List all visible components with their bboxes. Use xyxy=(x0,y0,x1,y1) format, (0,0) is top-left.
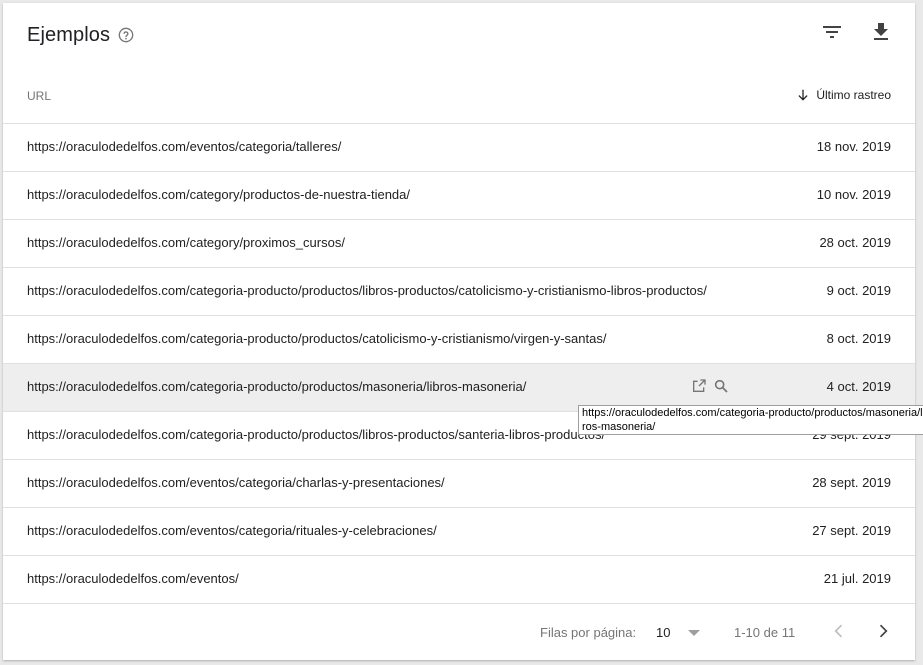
table-row[interactable]: https://oraculodedelfos.com/eventos/ 21 … xyxy=(3,556,915,604)
table-row[interactable]: https://oraculodedelfos.com/category/pro… xyxy=(3,172,915,220)
row-date: 9 oct. 2019 xyxy=(826,283,891,298)
row-date: 10 nov. 2019 xyxy=(816,187,891,202)
row-url[interactable]: https://oraculodedelfos.com/category/pro… xyxy=(27,187,410,202)
chevron-left-icon[interactable] xyxy=(829,621,849,641)
url-tooltip: https://oraculodedelfos.com/categoria-pr… xyxy=(578,405,923,435)
table-row[interactable]: https://oraculodedelfos.com/category/pro… xyxy=(3,220,915,268)
caret-down-icon xyxy=(688,629,701,636)
row-date: 28 oct. 2019 xyxy=(819,235,891,250)
pagination-footer: Filas por página: 10 1-10 de 11 xyxy=(3,604,915,660)
table-row[interactable]: https://oraculodedelfos.com/eventos/cate… xyxy=(3,508,915,556)
row-url[interactable]: https://oraculodedelfos.com/categoria-pr… xyxy=(27,331,606,346)
row-url[interactable]: https://oraculodedelfos.com/eventos/ xyxy=(27,571,239,586)
column-header-url[interactable]: URL xyxy=(27,89,51,103)
row-url[interactable]: https://oraculodedelfos.com/categoria-pr… xyxy=(27,283,707,298)
chevron-right-icon[interactable] xyxy=(873,621,893,641)
help-icon[interactable] xyxy=(118,27,134,43)
table-row[interactable]: https://oraculodedelfos.com/categoria-pr… xyxy=(3,268,915,316)
rows-per-page-value: 10 xyxy=(656,625,671,640)
row-actions xyxy=(691,378,729,394)
rows-per-page-select[interactable]: 10 xyxy=(656,625,701,640)
row-url[interactable]: https://oraculodedelfos.com/category/pro… xyxy=(27,235,345,250)
row-date: 28 sept. 2019 xyxy=(812,475,891,490)
open-in-new-icon[interactable] xyxy=(691,378,707,394)
card-header: Ejemplos xyxy=(3,3,915,67)
filter-icon[interactable] xyxy=(820,20,844,44)
row-url[interactable]: https://oraculodedelfos.com/eventos/cate… xyxy=(27,523,437,538)
column-header-last-crawl-label: Último rastreo xyxy=(816,88,891,102)
card-title: Ejemplos xyxy=(27,24,111,46)
table-row[interactable]: https://oraculodedelfos.com/categoria-pr… xyxy=(3,316,915,364)
row-date: 8 oct. 2019 xyxy=(826,331,891,346)
download-icon[interactable] xyxy=(869,20,893,44)
table-header: URL Último rastreo xyxy=(3,67,915,124)
row-date: 27 sept. 2019 xyxy=(812,523,891,538)
rows-per-page-label: Filas por página: xyxy=(540,625,637,640)
row-url[interactable]: https://oraculodedelfos.com/categoria-pr… xyxy=(27,427,605,442)
pagination-range: 1-10 de 11 xyxy=(734,625,796,640)
table-row[interactable]: https://oraculodedelfos.com/eventos/cate… xyxy=(3,460,915,508)
column-header-last-crawl[interactable]: Último rastreo xyxy=(796,88,891,102)
row-url[interactable]: https://oraculodedelfos.com/eventos/cate… xyxy=(27,475,445,490)
table-row[interactable]: https://oraculodedelfos.com/eventos/cate… xyxy=(3,124,915,172)
examples-card: Ejemplos URL Último rastreo https://orac… xyxy=(3,3,915,660)
row-date: 21 jul. 2019 xyxy=(823,571,891,586)
arrow-down-icon xyxy=(798,89,808,101)
row-url[interactable]: https://oraculodedelfos.com/categoria-pr… xyxy=(27,379,526,394)
row-date: 18 nov. 2019 xyxy=(816,139,891,154)
row-date: 4 oct. 2019 xyxy=(826,379,891,394)
search-icon[interactable] xyxy=(713,378,729,394)
row-url[interactable]: https://oraculodedelfos.com/eventos/cate… xyxy=(27,139,341,154)
